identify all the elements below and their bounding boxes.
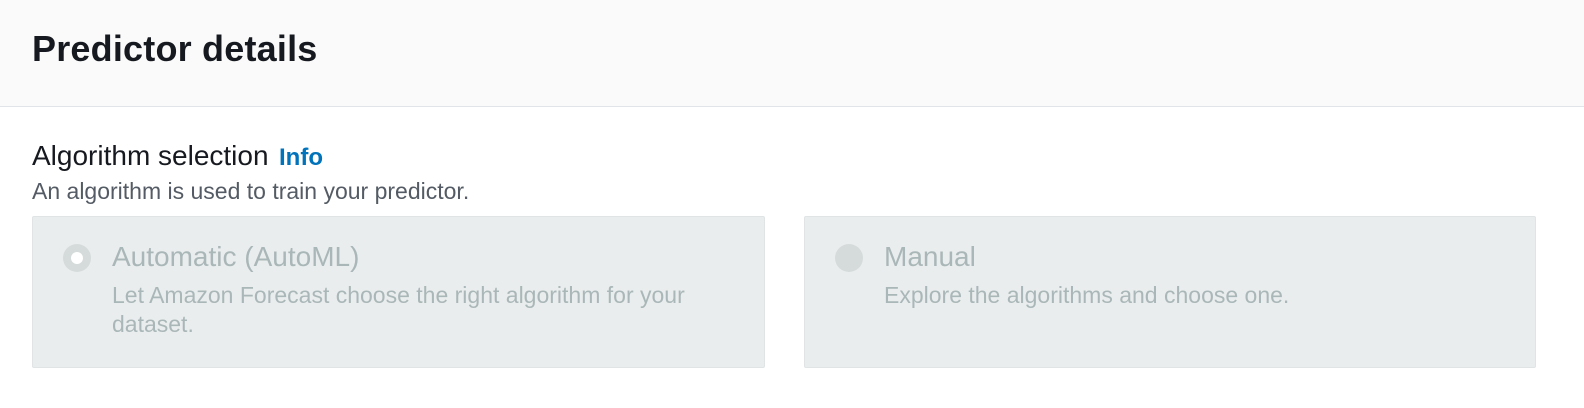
algorithm-selection-label-row: Algorithm selection Info xyxy=(32,140,323,172)
automatic-radio-button[interactable] xyxy=(63,244,91,272)
panel-title: Predictor details xyxy=(32,28,318,69)
manual-radio-button[interactable] xyxy=(835,244,863,272)
manual-option-label: Manual xyxy=(884,241,976,272)
automatic-option-description: Let Amazon Forecast choose the right alg… xyxy=(112,282,685,337)
automatic-automl-option-tile[interactable]: Automatic (AutoML) Let Amazon Forecast c… xyxy=(32,216,765,368)
manual-option-description: Explore the algorithms and choose one. xyxy=(884,282,1290,308)
manual-option-tile[interactable]: Manual Explore the algorithms and choose… xyxy=(804,216,1536,368)
algorithm-selection-label: Algorithm selection xyxy=(32,140,269,171)
predictor-details-panel: Predictor details Algorithm selection In… xyxy=(0,0,1584,408)
algorithm-selection-description: An algorithm is used to train your predi… xyxy=(32,178,470,204)
automatic-option-label: Automatic (AutoML) xyxy=(112,241,360,272)
panel-header: Predictor details xyxy=(0,0,1584,107)
info-link[interactable]: Info xyxy=(279,144,323,171)
